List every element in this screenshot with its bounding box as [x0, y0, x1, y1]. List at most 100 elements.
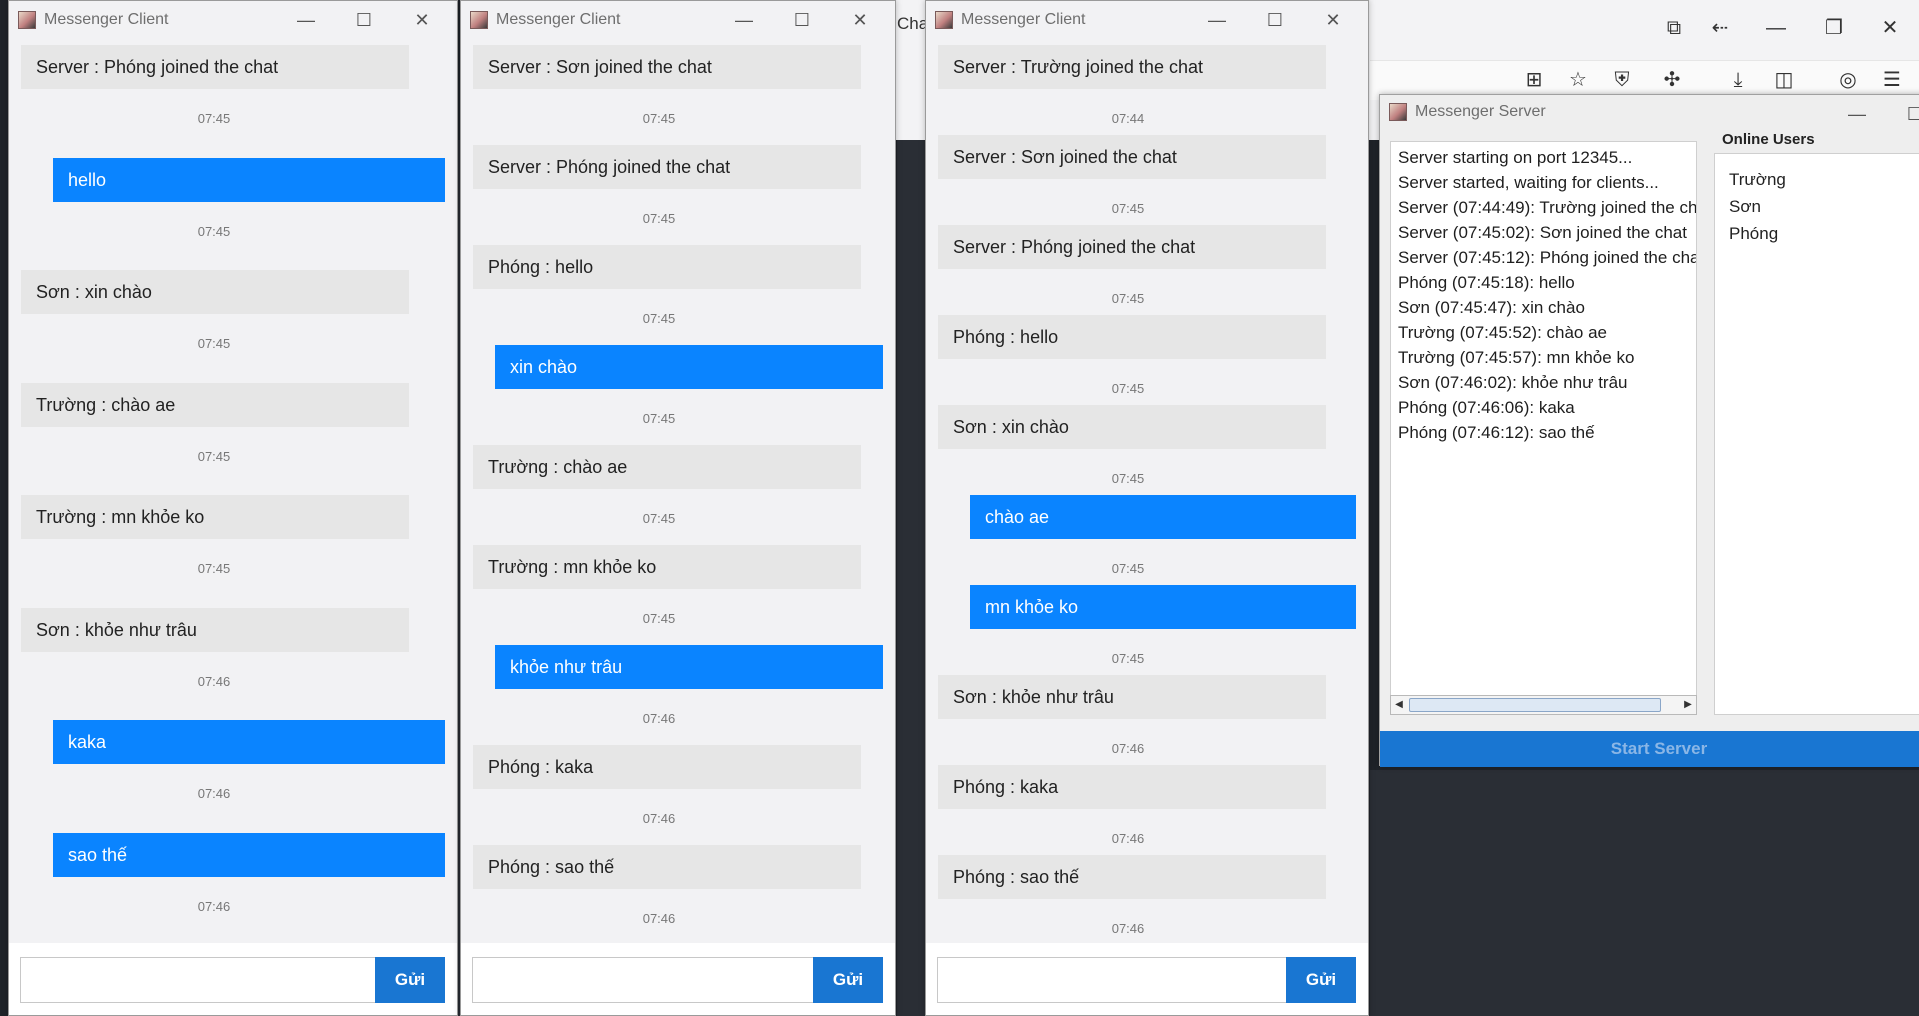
online-users-list[interactable]: Trường Sơn Phóng [1714, 153, 1919, 715]
received-message-bubble: Sơn : xin chào [938, 405, 1326, 449]
scroll-left-icon[interactable]: ◀ [1391, 696, 1407, 714]
sent-message-bubble: khỏe như trâu [495, 645, 883, 689]
message-timestamp: 07:45 [197, 448, 231, 464]
client-window: Messenger Client — ☐ ✕ Server : Sơn joined t… [460, 0, 896, 1016]
message-timestamp: 07:45 [197, 561, 231, 576]
received-message-bubble: Server : Sơn joined the chat [473, 45, 861, 89]
sent-message-bubble: mn khỏe ko [970, 585, 1356, 629]
online-user-item[interactable]: Sơn [1729, 193, 1919, 220]
java-app-icon [470, 11, 488, 29]
message-timestamp: 07:45 [1111, 561, 1145, 576]
scroll-right-icon[interactable]: ▶ [1680, 696, 1696, 714]
received-message-bubble: Trường : mn khỏe ko [21, 495, 409, 539]
received-message-bubble: Server : Sơn joined the chat [938, 135, 1326, 179]
log-line: Phóng (07:46:06): kaka [1398, 398, 1575, 417]
received-message-bubble: Phóng : kaka [473, 745, 861, 789]
sent-message-bubble: kaka [53, 720, 445, 764]
java-app-icon [935, 11, 953, 29]
received-message-bubble: Sơn : khỏe như trâu [938, 675, 1326, 719]
minimize-icon[interactable]: — [277, 1, 335, 39]
message-timestamp: 07:45 [1111, 381, 1145, 396]
received-message-bubble: Phóng : kaka [938, 765, 1326, 809]
account-icon: ◎ [1839, 69, 1857, 91]
start-server-button[interactable]: Start Server [1380, 731, 1919, 767]
close-icon[interactable]: ✕ [1304, 1, 1362, 39]
message-input[interactable] [937, 957, 1288, 1003]
send-button[interactable]: Gửi [375, 957, 445, 1003]
received-message-bubble: Phóng : sao thế [938, 855, 1326, 899]
log-line: Server started, waiting for clients... [1398, 173, 1659, 192]
sent-message-bubble: sao thế [53, 832, 445, 877]
received-message-bubble: Phóng : hello [938, 315, 1326, 359]
chat-area[interactable]: Server : Sơn joined the chat 07:45 Server … [461, 39, 895, 943]
received-message-bubble: Trường : chào ae [473, 445, 861, 489]
maximize-icon[interactable]: ☐ [773, 1, 831, 39]
message-timestamp: 07:46 [642, 711, 676, 726]
background-editor-panel [1370, 770, 1919, 1016]
message-timestamp: 07:46 [1111, 831, 1145, 846]
sent-message-bubble: hello [53, 157, 445, 202]
chat-area[interactable]: Server : Trường joined the chat 07:44 Serv… [926, 39, 1368, 943]
message-timestamp: 07:45 [1111, 651, 1145, 666]
java-app-icon [18, 11, 36, 29]
online-user-item[interactable]: Trường [1729, 166, 1919, 193]
client-title: Messenger Client [44, 11, 169, 28]
minimize-icon[interactable]: — [1188, 1, 1246, 39]
message-input-bar: Gửi [461, 943, 895, 1015]
message-input[interactable] [472, 957, 815, 1003]
screen-search-icon: ⧉ [1666, 17, 1682, 39]
minimize-icon: — [1766, 17, 1786, 39]
log-line: Trường (07:45:52): chào ae [1398, 323, 1608, 342]
close-icon[interactable]: ✕ [831, 1, 889, 39]
log-line: Phóng (07:45:18): hello [1398, 273, 1575, 292]
message-input[interactable] [20, 957, 377, 1003]
message-timestamp: 07:46 [197, 786, 231, 801]
message-timestamp: 07:45 [642, 211, 676, 226]
client-window: Messenger Client — ☐ ✕ Server : Phóng joined… [8, 0, 458, 1016]
received-message-bubble: Trường : chào ae [21, 382, 409, 427]
split-view-icon: ◫ [1774, 69, 1794, 91]
server-log[interactable]: Server starting on port 12345... Server s… [1390, 141, 1697, 707]
client-titlebar: Messenger Client — ☐ ✕ [9, 1, 457, 39]
maximize-icon[interactable]: ☐ [335, 1, 393, 39]
sent-message-bubble: chào ae [970, 495, 1356, 539]
message-timestamp: 07:45 [642, 511, 676, 526]
chat-area[interactable]: Server : Phóng joined the chat 07:45 hello… [9, 39, 457, 943]
log-horizontal-scrollbar[interactable]: ◀ ▶ [1390, 695, 1697, 715]
log-line: Phóng (07:46:12): sao thế [1398, 423, 1595, 442]
received-message-bubble: Sơn : xin chào [21, 270, 409, 314]
send-button[interactable]: Gửi [813, 957, 883, 1003]
download-icon: ⤓ [1733, 69, 1743, 91]
message-timestamp: 07:45 [642, 311, 676, 326]
message-timestamp: 07:46 [642, 911, 676, 926]
online-user-item[interactable]: Phóng [1729, 220, 1919, 247]
restore-icon: ❐ [1825, 17, 1843, 39]
server-titlebar: Messenger Server — ☐ [1380, 95, 1919, 129]
client-title: Messenger Client [496, 11, 621, 28]
maximize-icon[interactable]: ☐ [1246, 1, 1304, 39]
message-timestamp: 07:46 [197, 898, 231, 914]
shield-icon: ⛨ [1614, 69, 1630, 91]
minimize-icon[interactable]: — [715, 1, 773, 39]
server-window: Messenger Server — ☐ Server starting on … [1379, 94, 1919, 767]
message-timestamp: 07:45 [197, 223, 231, 239]
client-titlebar: Messenger Client — ☐ ✕ [926, 1, 1368, 39]
received-message-bubble: Server : Phóng joined the chat [473, 145, 861, 189]
close-icon[interactable]: ✕ [393, 1, 451, 39]
message-input-bar: Gửi [9, 943, 457, 1015]
close-icon: ✕ [1881, 17, 1899, 39]
received-message-bubble: Trường : mn khỏe ko [473, 545, 861, 589]
star-icon: ☆ [1569, 69, 1587, 91]
maximize-icon[interactable]: ☐ [1886, 95, 1919, 133]
message-timestamp: 07:46 [1111, 921, 1145, 936]
minimize-icon[interactable]: — [1828, 95, 1886, 133]
log-line: Server (07:44:49): Trường joined the ch [1398, 198, 1697, 217]
log-line: Sơn (07:45:47): xin chào [1398, 298, 1585, 317]
message-timestamp: 07:45 [1111, 201, 1145, 216]
scroll-thumb[interactable] [1409, 698, 1661, 712]
sent-message-bubble: xin chào [495, 345, 883, 389]
received-message-bubble: Sơn : khỏe như trâu [21, 607, 409, 652]
received-message-bubble: Phóng : hello [473, 245, 861, 289]
send-button[interactable]: Gửi [1286, 957, 1356, 1003]
message-timestamp: 07:45 [642, 411, 676, 426]
